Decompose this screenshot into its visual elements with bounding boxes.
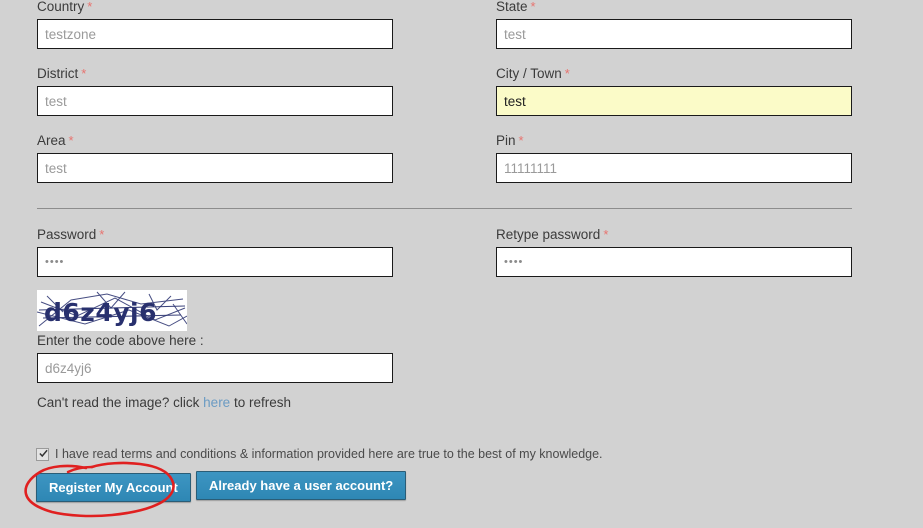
label-captcha-input: Enter the code above here : bbox=[37, 333, 204, 348]
required-asterisk: * bbox=[530, 0, 536, 14]
label-city-town: City / Town * bbox=[496, 66, 570, 81]
retype-password-input[interactable] bbox=[496, 247, 852, 277]
registration-form-page: Country* State* District* City / Town* bbox=[0, 0, 923, 528]
input-wrap-district bbox=[37, 86, 393, 116]
label-area-text: Area bbox=[37, 133, 66, 148]
required-asterisk: * bbox=[87, 0, 93, 14]
input-wrap-retype-password bbox=[496, 247, 852, 277]
area-input[interactable] bbox=[37, 153, 393, 183]
label-pin-text: Pin bbox=[496, 133, 516, 148]
label-retype-password: Retype password * bbox=[496, 227, 608, 242]
input-wrap-country bbox=[37, 19, 393, 49]
captcha-refresh-link[interactable]: here bbox=[203, 395, 230, 410]
input-wrap-city-town bbox=[496, 86, 852, 116]
captcha-input[interactable] bbox=[37, 353, 393, 383]
label-country: Country * bbox=[37, 0, 92, 14]
terms-checkbox[interactable] bbox=[36, 447, 49, 461]
already-have-account-button[interactable]: Already have a user account? bbox=[196, 471, 407, 500]
captcha-code-text: d6z4yj6 bbox=[44, 298, 157, 327]
required-asterisk: * bbox=[603, 227, 609, 242]
label-district-text: District bbox=[37, 66, 79, 81]
checkmark-icon bbox=[39, 449, 48, 457]
section-divider bbox=[37, 208, 852, 209]
required-asterisk: * bbox=[68, 133, 74, 148]
required-asterisk: * bbox=[518, 133, 524, 148]
label-country-text: Country bbox=[37, 0, 85, 14]
required-asterisk: * bbox=[564, 66, 570, 81]
captcha-refresh-prefix: Can't read the image? click bbox=[37, 395, 204, 410]
label-retype-password-text: Retype password bbox=[496, 227, 601, 242]
label-password-text: Password bbox=[37, 227, 97, 242]
terms-row: I have read terms and conditions & infor… bbox=[36, 447, 603, 461]
district-input[interactable] bbox=[37, 86, 393, 116]
captcha-refresh-text: Can't read the image? click here to refr… bbox=[37, 395, 291, 410]
required-asterisk: * bbox=[99, 227, 105, 242]
label-district: District * bbox=[37, 66, 86, 81]
country-input[interactable] bbox=[37, 19, 393, 49]
input-wrap-pin bbox=[496, 153, 852, 183]
label-password: Password * bbox=[37, 227, 104, 242]
input-wrap-state bbox=[496, 19, 852, 49]
label-state-text: State bbox=[496, 0, 528, 14]
label-area: Area * bbox=[37, 133, 74, 148]
input-wrap-captcha bbox=[37, 353, 393, 383]
register-my-account-button[interactable]: Register My Account bbox=[36, 473, 191, 502]
label-city-town-text: City / Town bbox=[496, 66, 562, 81]
captcha-refresh-suffix: to refresh bbox=[230, 395, 291, 410]
input-wrap-password bbox=[37, 247, 393, 277]
state-input[interactable] bbox=[496, 19, 852, 49]
label-state: State * bbox=[496, 0, 536, 14]
terms-label: I have read terms and conditions & infor… bbox=[55, 447, 603, 461]
pin-input[interactable] bbox=[496, 153, 852, 183]
required-asterisk: * bbox=[81, 66, 87, 81]
city-town-input[interactable] bbox=[496, 86, 852, 116]
captcha-image: d6z4yj6 bbox=[37, 290, 187, 331]
input-wrap-area bbox=[37, 153, 393, 183]
label-pin: Pin * bbox=[496, 133, 524, 148]
password-input[interactable] bbox=[37, 247, 393, 277]
